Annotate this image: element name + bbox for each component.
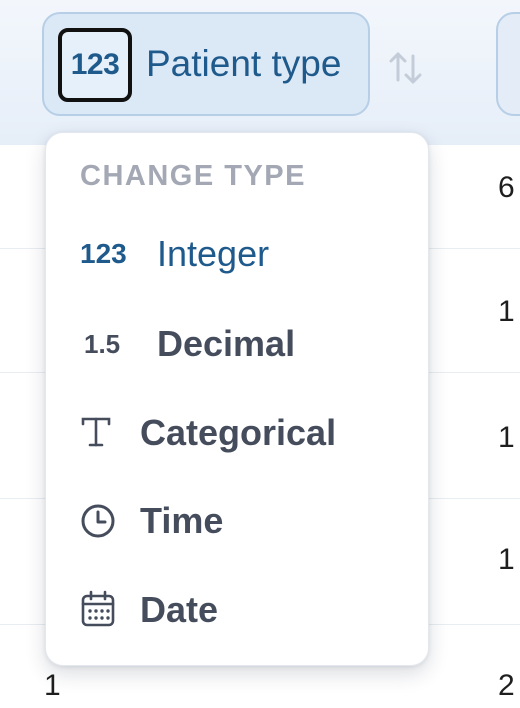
- menu-item-label: Date: [140, 589, 219, 630]
- integer-type-icon: 123: [80, 238, 127, 269]
- menu-heading: CHANGE TYPE: [80, 160, 306, 192]
- table-cell[interactable]: 1: [498, 294, 515, 330]
- menu-item-label: Categorical: [140, 412, 337, 453]
- table-cell[interactable]: 6: [498, 170, 515, 206]
- calendar-icon: [81, 590, 115, 627]
- column-type-button[interactable]: 123: [58, 28, 132, 102]
- text-type-icon: [81, 417, 111, 447]
- table-cell[interactable]: 1: [498, 542, 515, 578]
- table-view: 123 Patient type 6 1 1 1 2 1 CHANGE TYPE…: [0, 0, 520, 708]
- table-cell[interactable]: 1: [44, 668, 61, 704]
- sort-arrows-icon[interactable]: [386, 48, 426, 88]
- table-cell[interactable]: 2: [498, 668, 515, 704]
- menu-item-label: Integer: [157, 233, 270, 274]
- clock-icon: [81, 504, 115, 538]
- menu-item-label: Time: [140, 500, 224, 541]
- menu-item-label: Decimal: [157, 323, 296, 364]
- column-header-label[interactable]: Patient type: [146, 40, 341, 88]
- decimal-type-icon: 1.5: [84, 329, 121, 359]
- table-cell[interactable]: 1: [498, 420, 515, 456]
- column-header-next[interactable]: [496, 12, 520, 116]
